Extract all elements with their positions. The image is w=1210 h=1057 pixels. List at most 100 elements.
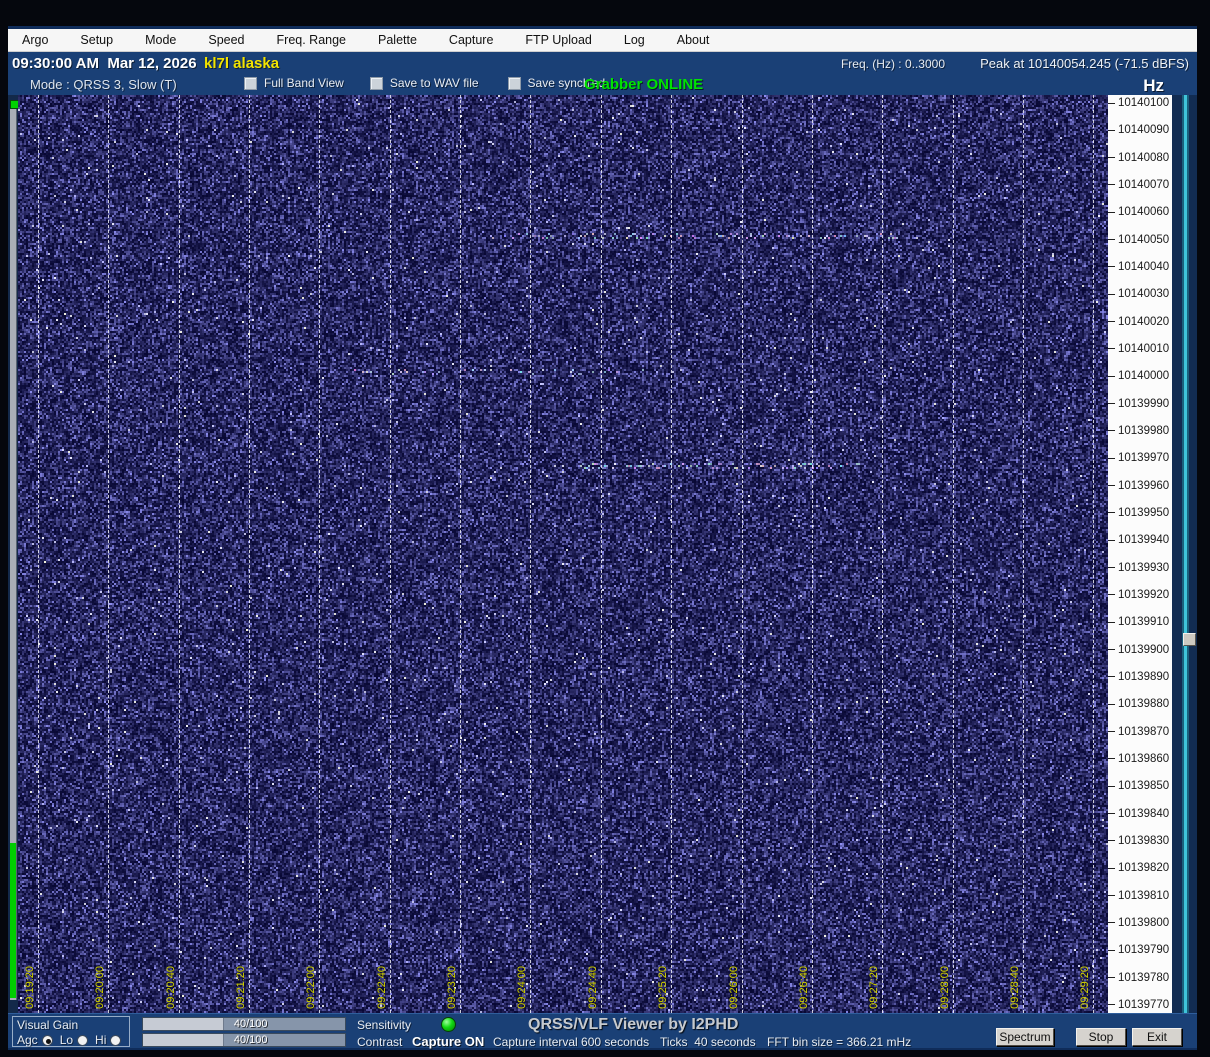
- frequency-label: 10139950: [1108, 507, 1172, 519]
- freq-tick-mark: [1108, 895, 1115, 896]
- frequency-label: 10139920: [1108, 589, 1172, 601]
- menu-bar: Argo Setup Mode Speed Freq. Range Palette Capt…: [8, 29, 1197, 52]
- menu-item[interactable]: Argo: [18, 31, 52, 49]
- frequency-label: 10139820: [1108, 862, 1172, 874]
- freq-tick-mark: [1108, 239, 1115, 240]
- menu-item[interactable]: Mode: [141, 31, 180, 49]
- freq-tick-mark: [1108, 266, 1115, 267]
- frequency-label: 10139850: [1108, 780, 1172, 792]
- freq-tick-mark: [1108, 676, 1115, 677]
- freq-tick-mark: [1108, 348, 1115, 349]
- frequency-label: 10139810: [1108, 890, 1172, 902]
- frequency-label: 10139840: [1108, 808, 1172, 820]
- menu-item[interactable]: Log: [620, 31, 649, 49]
- action-button[interactable]: Stop: [1076, 1028, 1126, 1046]
- option-checkboxes: Full Band View Save to WAV file Save syn…: [244, 76, 631, 90]
- freq-tick-mark: [1108, 458, 1115, 459]
- frequency-label: 10140020: [1108, 316, 1172, 328]
- freq-value: 10139930: [1118, 562, 1169, 574]
- freq-tick-mark: [1108, 321, 1115, 322]
- freq-value: 10140070: [1118, 179, 1169, 191]
- freq-value: 10140050: [1118, 234, 1169, 246]
- checkbox-option[interactable]: Save to WAV file: [370, 76, 479, 90]
- freq-range-readout: Freq. (Hz) : 0..3000: [841, 57, 945, 71]
- frequency-label: 10139890: [1108, 671, 1172, 683]
- mode-row: Mode : QRSS 3, Slow (T) Full Band View S…: [8, 75, 1197, 95]
- freq-value: 10139950: [1118, 507, 1169, 519]
- station-callsign: kl7l alaska: [204, 55, 279, 72]
- frequency-label: 10140010: [1108, 343, 1172, 355]
- waterfall-region: 09:19:20 09:20:00 09:20:40 09:21:20 09:2…: [18, 95, 1108, 1013]
- freq-value: 10139820: [1118, 862, 1169, 874]
- freq-value: 10139870: [1118, 726, 1169, 738]
- freq-value: 10139990: [1118, 398, 1169, 410]
- capture-progress-bar: [10, 103, 17, 1000]
- menu-item[interactable]: Palette: [374, 31, 421, 49]
- freq-value: 10139790: [1118, 944, 1169, 956]
- frequency-label: 10140090: [1108, 124, 1172, 136]
- freq-tick-mark: [1108, 840, 1115, 841]
- action-button[interactable]: Exit: [1132, 1028, 1182, 1046]
- frequency-label: 10140040: [1108, 261, 1172, 273]
- freq-tick-mark: [1108, 1004, 1115, 1005]
- frequency-label: 10140080: [1108, 152, 1172, 164]
- main-area: 09:19:20 09:20:00 09:20:40 09:21:20 09:2…: [8, 95, 1197, 1013]
- freq-tick-mark: [1108, 731, 1115, 732]
- freq-tick-mark: [1108, 485, 1115, 486]
- freq-value: 10139810: [1118, 890, 1169, 902]
- freq-tick-mark: [1108, 922, 1115, 923]
- freq-value: 10139970: [1118, 452, 1169, 464]
- frequency-label: 10139990: [1108, 398, 1172, 410]
- freq-value: 10139860: [1118, 753, 1169, 765]
- freq-tick-mark: [1108, 294, 1115, 295]
- action-button[interactable]: Spectrum: [996, 1028, 1054, 1046]
- checkbox-label: Save to WAV file: [390, 76, 479, 90]
- frequency-label: 10139960: [1108, 480, 1172, 492]
- freq-tick-mark: [1108, 130, 1115, 131]
- freq-value: 10139890: [1118, 671, 1169, 683]
- checkbox-icon[interactable]: [370, 77, 383, 90]
- freq-value: 10139830: [1118, 835, 1169, 847]
- menu-item[interactable]: Speed: [204, 31, 248, 49]
- freq-tick-mark: [1108, 594, 1115, 595]
- frequency-label: 10139980: [1108, 425, 1172, 437]
- menu-item[interactable]: Freq. Range: [273, 31, 350, 49]
- freq-value: 10139770: [1118, 999, 1169, 1011]
- menu-item[interactable]: Capture: [445, 31, 497, 49]
- checkbox-option[interactable]: Full Band View: [244, 76, 344, 90]
- menu-item[interactable]: FTP Upload: [521, 31, 595, 49]
- freq-tick-mark: [1108, 758, 1115, 759]
- freq-tick-mark: [1108, 704, 1115, 705]
- frequency-label: 10139910: [1108, 616, 1172, 628]
- freq-tick-mark: [1108, 430, 1115, 431]
- freq-value: 10139880: [1118, 698, 1169, 710]
- freq-value: 10140060: [1118, 206, 1169, 218]
- frequency-marker-track[interactable]: [1172, 95, 1197, 1013]
- menu-item[interactable]: Setup: [76, 31, 117, 49]
- frequency-label: 10139860: [1108, 753, 1172, 765]
- peak-readout: Peak at 10140054.245 (-71.5 dBFS): [980, 56, 1189, 71]
- frequency-label: 10140100: [1108, 97, 1172, 109]
- frequency-marker-thumb[interactable]: [1183, 633, 1196, 646]
- frequency-label: 10139780: [1108, 972, 1172, 984]
- freq-tick-mark: [1108, 649, 1115, 650]
- checkbox-icon[interactable]: [244, 77, 257, 90]
- freq-value: 10140080: [1118, 152, 1169, 164]
- freq-tick-mark: [1108, 977, 1115, 978]
- freq-tick-mark: [1108, 403, 1115, 404]
- freq-value: 10140020: [1118, 316, 1169, 328]
- clock-datetime: 09:30:00 AM Mar 12, 2026: [12, 55, 197, 72]
- freq-tick-mark: [1108, 184, 1115, 185]
- frequency-label: 10139970: [1108, 452, 1172, 464]
- freq-tick-mark: [1108, 813, 1115, 814]
- menu-item[interactable]: About: [673, 31, 714, 49]
- frequency-label: 10139930: [1108, 562, 1172, 574]
- freq-axis-unit: Hz: [1143, 76, 1164, 96]
- frequency-label: 10139900: [1108, 644, 1172, 656]
- checkbox-icon[interactable]: [508, 77, 521, 90]
- freq-tick-mark: [1108, 103, 1115, 104]
- freq-tick-mark: [1108, 540, 1115, 541]
- waterfall-display[interactable]: [18, 95, 1108, 1013]
- freq-value: 10139980: [1118, 425, 1169, 437]
- freq-tick-mark: [1108, 567, 1115, 568]
